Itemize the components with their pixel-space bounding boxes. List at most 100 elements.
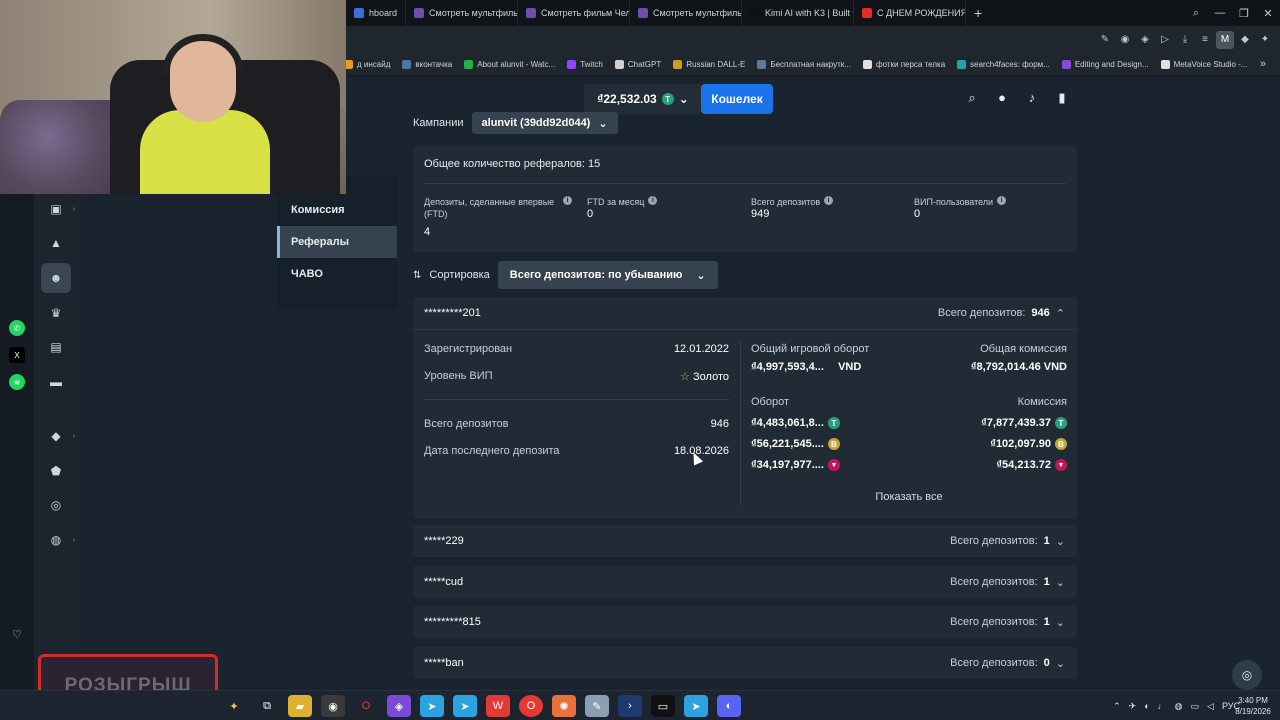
telegram-icon[interactable]: ➤ bbox=[453, 695, 477, 717]
headset-icon[interactable]: ◎ bbox=[41, 490, 71, 520]
menu-icon[interactable]: ≡ bbox=[1196, 31, 1214, 49]
network-icon[interactable]: ▭ bbox=[1191, 701, 1200, 712]
bookmark-item[interactable]: About alunvit - Watc... bbox=[464, 60, 555, 69]
terminal-icon[interactable]: ▭ bbox=[651, 695, 675, 717]
edit-icon[interactable]: ✎ bbox=[1096, 31, 1114, 49]
tray-app-icon[interactable]: ◐ bbox=[1144, 701, 1149, 711]
document-icon[interactable]: ▤ bbox=[41, 332, 71, 362]
turnover-currency: VND bbox=[838, 361, 862, 373]
handshake-icon[interactable]: ◆ › bbox=[41, 421, 75, 451]
browser-tab[interactable]: Смотреть мультфильм Н bbox=[406, 0, 519, 26]
discord-icon[interactable]: ◐ bbox=[717, 695, 741, 717]
bookmark-item[interactable]: Russian DALL-E bbox=[673, 60, 745, 69]
menu-item-commission[interactable]: Комиссия bbox=[277, 194, 397, 226]
chevron-down-icon[interactable]: ⌄ bbox=[1056, 576, 1065, 589]
whatsapp-icon[interactable]: ✆ bbox=[9, 320, 25, 336]
notepad-icon[interactable]: ✎ bbox=[585, 695, 609, 717]
commission-bnb-amount: ₫102,097.90 bbox=[990, 438, 1051, 450]
sidebar-toggle-icon[interactable]: ▮ bbox=[1054, 90, 1070, 106]
extension-icon[interactable]: ◆ bbox=[1236, 31, 1254, 49]
telegram-icon[interactable]: ➤ bbox=[684, 695, 708, 717]
chevron-down-icon[interactable]: ⌄ bbox=[1056, 616, 1065, 629]
bookmark-item[interactable]: ChatGPT bbox=[614, 60, 661, 69]
tab-favicon-icon bbox=[526, 8, 537, 18]
app-icon[interactable]: ◈ bbox=[387, 695, 411, 717]
bookmark-item[interactable]: вконтачка bbox=[402, 60, 452, 69]
referral-card[interactable]: *****ban Всего депозитов: 0 ⌄ bbox=[413, 647, 1077, 679]
wallet-button[interactable]: Кошелек bbox=[701, 84, 773, 114]
minimize-icon[interactable]: — bbox=[1208, 7, 1232, 19]
wps-icon[interactable]: W bbox=[486, 695, 510, 717]
bookmark-item[interactable]: search4faces: форм... bbox=[957, 60, 1050, 69]
browser-tab[interactable]: С ДНЕМ РОЖДЕНИЯ (alu bbox=[854, 0, 967, 26]
profile-avatar[interactable]: M bbox=[1216, 31, 1234, 49]
heart-icon[interactable]: ♡ bbox=[9, 626, 25, 642]
info-icon[interactable]: i bbox=[824, 196, 834, 205]
referral-users-icon[interactable]: ☻ bbox=[41, 263, 71, 293]
microphone-icon[interactable]: ♩ bbox=[1158, 701, 1167, 711]
bookmark-item[interactable]: MetaVoice Studio -... bbox=[1160, 60, 1248, 69]
shield-check-icon[interactable]: ⬟ bbox=[41, 456, 71, 486]
menu-item-faq[interactable]: ЧАВО bbox=[277, 258, 397, 290]
show-all-button[interactable]: Показать все bbox=[751, 491, 1067, 503]
obs-icon[interactable]: ◉ bbox=[321, 695, 345, 717]
referral-header[interactable]: *********201 Всего депозитов: 946 ⌃ bbox=[413, 297, 1077, 329]
copilot-icon[interactable]: ✦ bbox=[222, 695, 246, 717]
tray-app-icon[interactable]: ✈ bbox=[1129, 701, 1137, 712]
opera-gx-icon[interactable]: O bbox=[519, 695, 543, 717]
play-icon[interactable]: ▷ bbox=[1156, 31, 1174, 49]
clock[interactable]: 3:40 PM 8/19/2026 bbox=[1232, 695, 1274, 717]
powershell-icon[interactable]: › bbox=[618, 695, 642, 717]
bookmark-item[interactable]: фотки перса телка bbox=[862, 60, 945, 69]
telegram-icon[interactable]: ➤ bbox=[420, 695, 444, 717]
search-icon[interactable]: ⌕ bbox=[964, 90, 980, 106]
user-icon[interactable]: ● bbox=[994, 90, 1010, 106]
globe-icon[interactable]: ◍ › bbox=[41, 525, 75, 555]
camera-icon[interactable]: ◉ bbox=[1116, 31, 1134, 49]
referral-card[interactable]: *********815 Всего депозитов: 1 ⌄ bbox=[413, 606, 1077, 638]
download-icon[interactable]: ⤓ bbox=[1176, 31, 1194, 49]
volume-icon[interactable]: ◁ bbox=[1207, 701, 1214, 712]
tray-app-icon[interactable]: ◍ bbox=[1175, 701, 1183, 712]
file-explorer-icon[interactable]: ▰ bbox=[288, 695, 312, 717]
chat-icon[interactable]: ▬ bbox=[41, 367, 71, 397]
x-icon[interactable]: X bbox=[9, 347, 25, 363]
trophy-icon[interactable]: ♛ bbox=[41, 298, 71, 328]
support-chat-button[interactable]: ◎ bbox=[1232, 660, 1262, 690]
chevron-down-icon[interactable]: ⌄ bbox=[1056, 535, 1065, 548]
bookmarks-more-icon[interactable]: » bbox=[1260, 58, 1266, 70]
app-icon[interactable]: ✺ bbox=[552, 695, 576, 717]
balance-selector[interactable]: ₫22,532.03 T ⌄ bbox=[584, 84, 702, 114]
bookmark-item[interactable]: Twitch bbox=[567, 60, 603, 69]
chevron-up-icon[interactable]: ⌃ bbox=[1056, 307, 1065, 320]
browser-tab[interactable]: hboard bbox=[346, 0, 407, 26]
referral-card[interactable]: *****cud Всего депозитов: 1 ⌄ bbox=[413, 566, 1077, 598]
campaign-select[interactable]: alunvit (39dd92d044) ⌄ bbox=[471, 112, 618, 134]
spotify-icon[interactable]: ≋ bbox=[9, 374, 25, 390]
bookmark-item[interactable]: д инсайд bbox=[344, 60, 390, 69]
bookmark-item[interactable]: Editing and Design... bbox=[1061, 60, 1149, 69]
gift-icon[interactable]: ▣ › bbox=[41, 194, 75, 224]
opera-icon[interactable]: O bbox=[354, 695, 378, 717]
bell-icon[interactable]: ♪ bbox=[1024, 90, 1040, 106]
browser-search-icon[interactable]: ⌕ bbox=[1184, 7, 1208, 20]
browser-tab[interactable]: Смотреть мультфильм С bbox=[630, 0, 743, 26]
restore-icon[interactable]: ❐ bbox=[1232, 7, 1256, 20]
new-tab-icon[interactable]: + bbox=[966, 5, 990, 21]
menu-item-referrals[interactable]: Рефералы bbox=[277, 226, 397, 258]
shield-icon[interactable]: ◈ bbox=[1136, 31, 1154, 49]
ai-icon[interactable]: ✦ bbox=[1256, 31, 1274, 49]
browser-tab[interactable]: Kimi AI with K3 | Built for A bbox=[742, 0, 855, 26]
sort-select[interactable]: Всего депозитов: по убыванию ⌄ bbox=[497, 261, 718, 289]
close-icon[interactable]: ✕ bbox=[1256, 7, 1280, 20]
info-icon[interactable]: i bbox=[563, 196, 572, 205]
chevron-down-icon[interactable]: ⌄ bbox=[1056, 657, 1065, 670]
bookmark-item[interactable]: Бесплатная накрутк... bbox=[757, 60, 851, 69]
referral-card[interactable]: *****229 Всего депозитов: 1 ⌄ bbox=[413, 525, 1077, 557]
browser-tab[interactable]: Смотреть фильм Челове bbox=[518, 0, 631, 26]
info-icon[interactable]: i bbox=[648, 196, 658, 205]
info-icon[interactable]: i bbox=[997, 196, 1007, 205]
flask-icon[interactable]: ▲ bbox=[41, 228, 71, 258]
task-view-icon[interactable]: ⧉ bbox=[255, 695, 279, 717]
tray-chevron-icon[interactable]: ⌃ bbox=[1113, 701, 1121, 712]
